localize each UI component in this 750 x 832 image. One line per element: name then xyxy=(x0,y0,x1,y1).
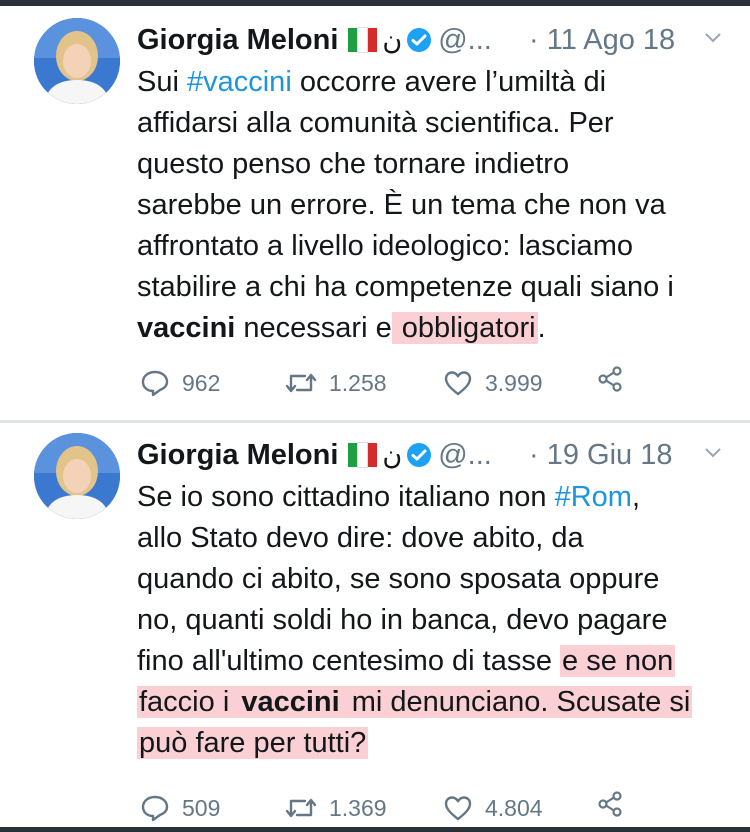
text-segment: quando ci abito, se sono sposata oppure xyxy=(137,563,660,595)
name-glyph: ن xyxy=(382,440,403,470)
tweet-text-line: allo Stato devo dire: dove abito, da xyxy=(137,518,742,559)
tweet-text-line: Sui #vaccini occorre avere l’umiltà di xyxy=(137,62,742,103)
author-name[interactable]: Giorgia Meloni xyxy=(137,24,338,56)
retweet-button[interactable]: 1.369 xyxy=(285,790,387,826)
tweet-text-line: affidarsi alla comunità scientifica. Per xyxy=(137,103,742,144)
text-segment: allo Stato devo dire: dove abito, da xyxy=(137,522,584,554)
text-segment: Se io sono cittadino italiano non xyxy=(137,481,555,513)
tweet-date[interactable]: · 11 Ago 18 xyxy=(529,20,675,60)
italy-flag-icon xyxy=(348,23,378,53)
tweet-text-line: faccio i vaccini mi denunciano. Scusate … xyxy=(137,682,742,723)
verified-icon xyxy=(407,28,432,52)
text-segment: no, quanti soldi ho in banca, devo pagar… xyxy=(137,604,668,636)
hashtag-link[interactable]: #Rom xyxy=(555,481,632,513)
bottom-edge xyxy=(0,827,750,832)
share-button[interactable] xyxy=(595,790,637,818)
author-handle[interactable]: @... xyxy=(438,439,492,471)
share-button[interactable] xyxy=(595,365,637,393)
like-count: 4.804 xyxy=(485,795,543,821)
tweet-text-line: fino all'ultimo centesimo di tasse e se … xyxy=(137,641,742,682)
text-segment: Sui xyxy=(137,66,187,98)
text-segment: , xyxy=(631,481,640,513)
share-icon xyxy=(598,791,622,817)
text-segment: stabilire a chi ha competenze quali sian… xyxy=(137,271,674,303)
tweet-actions: 962 1.258 3.999 xyxy=(140,365,700,401)
highlighted-text: faccio i xyxy=(137,686,240,718)
tweet-text-line: può fare per tutti? xyxy=(137,723,742,764)
tweet-text-line: Se io sono cittadino italiano non #Rom, xyxy=(137,477,742,518)
text-segment: . xyxy=(537,312,546,344)
chevron-down-icon[interactable] xyxy=(704,447,722,459)
like-icon xyxy=(444,371,472,396)
author-handle[interactable]: @... xyxy=(438,24,492,56)
text-segment: sarebbe un errore. È un tema che non va xyxy=(137,189,666,221)
highlighted-text: e se non xyxy=(560,645,676,677)
tweet-text: Sui #vaccini occorre avere l’umiltà di af… xyxy=(137,62,742,349)
tweet[interactable]: Giorgia Meloni ن @... · 11 Ago 18 Sui #vac… xyxy=(0,10,750,420)
text-segment: necessari e xyxy=(235,312,392,344)
text-segment: occorre avere l’umiltà di xyxy=(291,66,607,98)
reply-icon xyxy=(141,795,169,822)
tweet-date[interactable]: · 19 Giu 18 xyxy=(529,435,672,475)
reply-button[interactable]: 509 xyxy=(140,790,220,826)
avatar[interactable] xyxy=(34,18,120,104)
retweet-button[interactable]: 1.258 xyxy=(285,365,387,401)
reply-count: 962 xyxy=(182,370,221,396)
like-count: 3.999 xyxy=(485,370,543,396)
highlighted-text: obbligatori xyxy=(391,312,538,344)
tweet-text-line: questo penso che tornare indietro xyxy=(137,144,742,185)
text-segment: affidarsi alla comunità scientifica. Per xyxy=(137,107,614,139)
avatar[interactable] xyxy=(34,433,120,519)
tweet-actions: 509 1.369 4.804 xyxy=(140,790,700,826)
like-icon xyxy=(444,796,472,821)
share-icon xyxy=(598,366,622,392)
highlighted-text: vaccini xyxy=(239,686,342,718)
reply-icon xyxy=(141,370,169,397)
tweet-header: Giorgia Meloni ن @... · 11 Ago 18 xyxy=(137,20,737,60)
text-segment: vaccini xyxy=(137,312,236,344)
reply-count: 509 xyxy=(182,795,221,821)
tweet-text-line: stabilire a chi ha competenze quali sian… xyxy=(137,267,742,308)
hashtag-link[interactable]: #vaccini xyxy=(187,66,292,98)
tweet-text-line: quando ci abito, se sono sposata oppure xyxy=(137,559,742,600)
retweet-icon xyxy=(285,798,317,818)
name-glyph: ن xyxy=(382,25,403,55)
tweet-text-line: no, quanti soldi ho in banca, devo pagar… xyxy=(137,600,742,641)
tweet-divider xyxy=(0,420,750,423)
italy-flag-icon xyxy=(348,438,378,468)
chevron-down-icon[interactable] xyxy=(704,32,722,44)
tweet-text-line: affrontato a livello ideologico: lasciam… xyxy=(137,226,742,267)
highlighted-text: può fare per tutti? xyxy=(137,727,369,759)
like-button[interactable]: 4.804 xyxy=(443,790,543,826)
tweet-text-line: vaccini necessari e obbligatori. xyxy=(137,308,742,349)
top-edge xyxy=(0,0,750,6)
retweet-count: 1.258 xyxy=(329,370,387,396)
tweet-header: Giorgia Meloni ن @... · 19 Giu 18 xyxy=(137,435,737,475)
author-name[interactable]: Giorgia Meloni xyxy=(137,439,338,471)
tweet[interactable]: Giorgia Meloni ن @... · 19 Giu 18 Se io so… xyxy=(0,425,750,827)
text-segment: affrontato a livello ideologico: lasciam… xyxy=(137,230,633,262)
tweet-text: Se io sono cittadino italiano non #Rom, a… xyxy=(137,477,742,764)
text-segment: questo penso che tornare indietro xyxy=(137,148,570,180)
highlighted-text: mi denunciano. Scusate si xyxy=(341,686,693,718)
verified-icon xyxy=(407,443,432,467)
like-button[interactable]: 3.999 xyxy=(443,365,543,401)
retweet-count: 1.369 xyxy=(329,795,387,821)
retweet-icon xyxy=(285,373,317,393)
reply-button[interactable]: 962 xyxy=(140,365,220,401)
tweet-text-line: sarebbe un errore. È un tema che non va xyxy=(137,185,742,226)
text-segment: fino all'ultimo centesimo di tasse xyxy=(137,645,561,677)
